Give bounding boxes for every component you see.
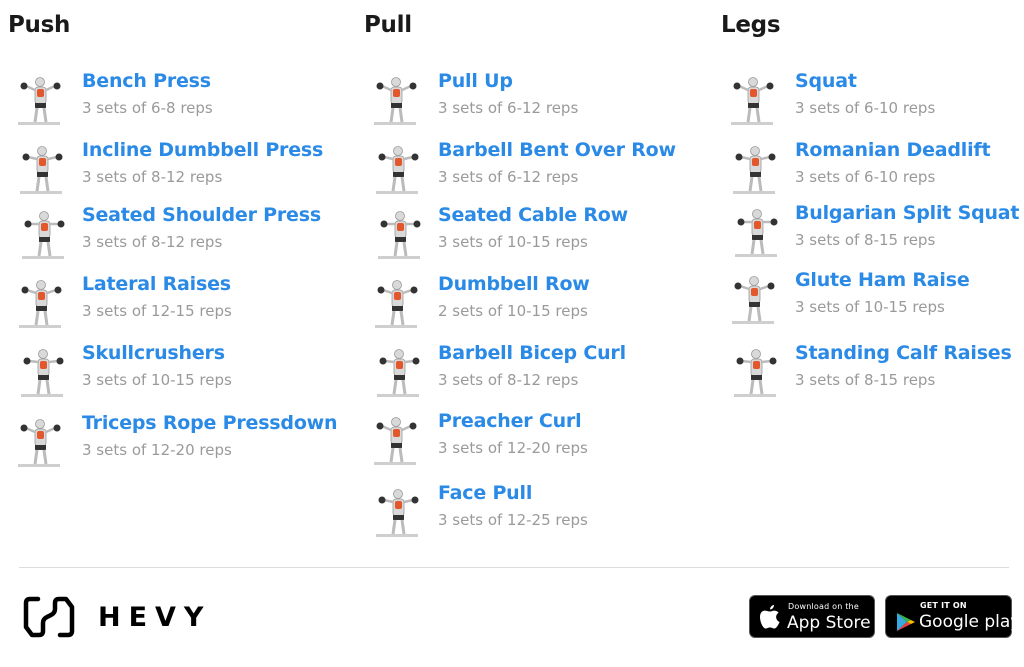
google-play-icon: [897, 613, 915, 631]
exercise-name-link[interactable]: Bench Press: [82, 70, 211, 92]
exercise-sets-text: 3 sets of 8-15 reps: [795, 231, 936, 249]
google-play-small-text: GET IT ON: [920, 601, 967, 610]
triceps-rope-pressdown-icon: [12, 412, 70, 474]
exercise-name-link[interactable]: Pull Up: [438, 70, 513, 92]
exercise-item[interactable]: Standing Calf Raises 3 sets of 8-15 reps: [721, 342, 1024, 402]
exercise-item[interactable]: Barbell Bent Over Row 3 sets of 6-12 reps: [364, 139, 704, 199]
exercise-name-link[interactable]: Seated Cable Row: [438, 204, 628, 226]
exercise-item[interactable]: Glute Ham Raise 3 sets of 10-15 reps: [721, 269, 1024, 329]
footer-divider: [19, 567, 1009, 568]
exercise-item[interactable]: Dumbbell Row 2 sets of 10-15 reps: [364, 273, 704, 333]
exercise-sets-text: 3 sets of 6-10 reps: [795, 99, 936, 117]
standing-calf-raises-icon: [725, 342, 783, 404]
exercise-item[interactable]: Squat 3 sets of 6-10 reps: [721, 70, 1024, 130]
exercise-name-link[interactable]: Barbell Bent Over Row: [438, 139, 676, 161]
exercise-sets-text: 3 sets of 10-15 reps: [438, 233, 588, 251]
exercise-name-link[interactable]: Romanian Deadlift: [795, 139, 991, 161]
google-play-badge[interactable]: GET IT ON Google play: [885, 595, 1020, 638]
exercise-name-link[interactable]: Glute Ham Raise: [795, 269, 970, 291]
exercise-name-link[interactable]: Seated Shoulder Press: [82, 204, 321, 226]
exercise-name-link[interactable]: Incline Dumbbell Press: [82, 139, 323, 161]
seated-shoulder-press-icon: [12, 204, 70, 266]
app-store-big-text: App Store: [787, 613, 871, 633]
exercise-item[interactable]: Bulgarian Split Squat 3 sets of 8-15 reps: [721, 202, 1024, 262]
exercise-name-link[interactable]: Dumbbell Row: [438, 273, 590, 295]
exercise-name-link[interactable]: Barbell Bicep Curl: [438, 342, 626, 364]
exercise-sets-text: 3 sets of 12-20 reps: [82, 441, 232, 459]
legs-heading: Legs: [721, 12, 781, 38]
google-play-big-text: Google play: [919, 612, 1021, 632]
exercise-sets-text: 3 sets of 8-15 reps: [795, 371, 936, 389]
exercise-sets-text: 3 sets of 6-12 reps: [438, 99, 579, 117]
exercise-item[interactable]: Skullcrushers 3 sets of 10-15 reps: [8, 342, 348, 402]
exercise-sets-text: 3 sets of 12-20 reps: [438, 439, 588, 457]
exercise-item[interactable]: Face Pull 3 sets of 12-25 reps: [364, 482, 704, 542]
exercise-sets-text: 3 sets of 10-15 reps: [82, 371, 232, 389]
exercise-item[interactable]: Seated Shoulder Press 3 sets of 8-12 reps: [8, 204, 348, 264]
incline-dumbbell-press-icon: [12, 139, 70, 201]
exercise-item[interactable]: Bench Press 3 sets of 6-8 reps: [8, 70, 348, 130]
exercise-sets-text: 3 sets of 10-15 reps: [795, 298, 945, 316]
exercise-sets-text: 3 sets of 6-12 reps: [438, 168, 579, 186]
exercise-sets-text: 3 sets of 12-15 reps: [82, 302, 232, 320]
push-heading: Push: [8, 12, 71, 38]
exercise-item[interactable]: Barbell Bicep Curl 3 sets of 8-12 reps: [364, 342, 704, 402]
romanian-deadlift-icon: [725, 139, 783, 201]
exercise-name-link[interactable]: Standing Calf Raises: [795, 342, 1012, 364]
exercise-item[interactable]: Seated Cable Row 3 sets of 10-15 reps: [364, 204, 704, 264]
exercise-name-link[interactable]: Lateral Raises: [82, 273, 231, 295]
bench-press-icon: [12, 70, 70, 132]
exercise-item[interactable]: Pull Up 3 sets of 6-12 reps: [364, 70, 704, 130]
preacher-curl-icon: [368, 410, 426, 472]
exercise-name-link[interactable]: Preacher Curl: [438, 410, 582, 432]
pull-up-icon: [368, 70, 426, 132]
exercise-sets-text: 3 sets of 12-25 reps: [438, 511, 588, 529]
app-store-badge[interactable]: Download on the App Store: [749, 595, 875, 638]
brand-name: HEVY: [98, 601, 212, 633]
exercise-item[interactable]: Incline Dumbbell Press 3 sets of 8-12 rep…: [8, 139, 348, 199]
exercise-name-link[interactable]: Face Pull: [438, 482, 532, 504]
bulgarian-split-squat-icon: [725, 202, 783, 264]
exercise-sets-text: 3 sets of 6-8 reps: [82, 99, 213, 117]
exercise-name-link[interactable]: Triceps Rope Pressdown: [82, 412, 338, 434]
exercise-name-link[interactable]: Squat: [795, 70, 857, 92]
apple-icon: [760, 605, 780, 629]
hevy-logo[interactable]: HEVY: [22, 595, 212, 639]
exercise-name-link[interactable]: Bulgarian Split Squat: [795, 202, 1020, 224]
exercise-item[interactable]: Triceps Rope Pressdown 3 sets of 12-20 re…: [8, 412, 348, 472]
exercise-item[interactable]: Romanian Deadlift 3 sets of 6-10 reps: [721, 139, 1024, 199]
bicep-curl-icon: [368, 342, 426, 404]
pull-heading: Pull: [364, 12, 412, 38]
exercise-sets-text: 2 sets of 10-15 reps: [438, 302, 588, 320]
seated-cable-row-icon: [368, 204, 426, 266]
squat-icon: [725, 70, 783, 132]
face-pull-icon: [368, 482, 426, 544]
dumbbell-row-icon: [368, 273, 426, 335]
hevy-logo-icon: [23, 596, 75, 638]
exercise-sets-text: 3 sets of 8-12 reps: [82, 168, 223, 186]
exercise-sets-text: 3 sets of 8-12 reps: [82, 233, 223, 251]
app-store-small-text: Download on the: [788, 602, 859, 611]
exercise-name-link[interactable]: Skullcrushers: [82, 342, 225, 364]
glute-ham-raise-icon: [725, 269, 783, 331]
exercise-sets-text: 3 sets of 6-10 reps: [795, 168, 936, 186]
exercise-item[interactable]: Lateral Raises 3 sets of 12-15 reps: [8, 273, 348, 333]
barbell-row-icon: [368, 139, 426, 201]
lateral-raises-icon: [12, 273, 70, 335]
skullcrushers-icon: [12, 342, 70, 404]
exercise-sets-text: 3 sets of 8-12 reps: [438, 371, 579, 389]
exercise-item[interactable]: Preacher Curl 3 sets of 12-20 reps: [364, 410, 704, 470]
